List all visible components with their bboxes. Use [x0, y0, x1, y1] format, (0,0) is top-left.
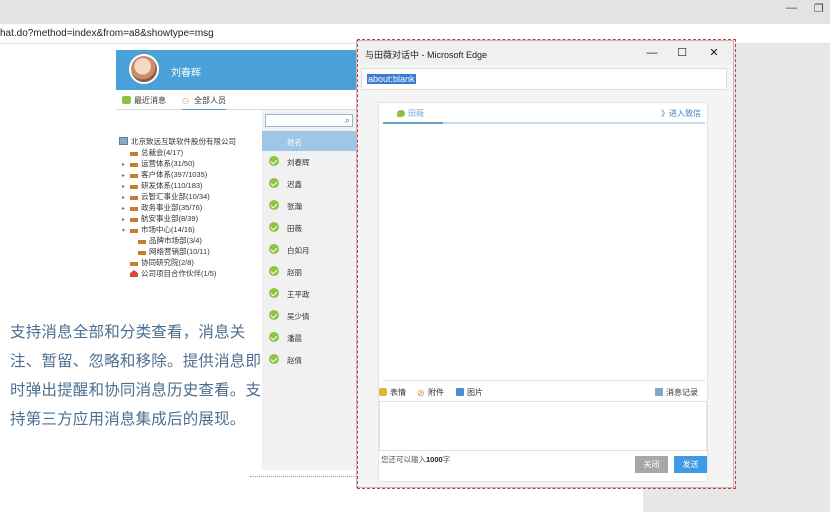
partner-icon [130, 270, 138, 277]
background-panel [733, 44, 830, 512]
person-row[interactable]: 赵丽 [262, 263, 356, 285]
online-check-icon [269, 354, 279, 364]
tab-chat-contact[interactable]: 田薇 [397, 108, 424, 119]
tree-root[interactable]: 北京致远互联软件股份有限公司 [119, 136, 236, 147]
enter-zhixin-link[interactable]: 》进入致信 [661, 108, 701, 119]
chat-panel: 田薇 》进入致信 表情 ⊘ 附件 图片 消息记录 您还可以输入1000字 关闭 发… [378, 102, 708, 482]
attachment-button[interactable]: ⊘ 附件 [417, 387, 444, 398]
chat-history[interactable] [383, 125, 705, 380]
person-row[interactable]: 赵倩 [262, 351, 356, 373]
close-button[interactable]: 关闭 [635, 456, 668, 473]
expand-icon: ▸ [122, 206, 126, 212]
messenger-tabs: 最近消息 ⚇ 全部人员 [116, 90, 356, 111]
popup-title: 与田薇对话中 - Microsoft Edge [365, 50, 488, 60]
department-icon [130, 204, 138, 211]
department-icon [130, 149, 138, 156]
image-icon [456, 388, 464, 396]
department-icon [130, 215, 138, 222]
online-check-icon [269, 156, 279, 166]
tree-item[interactable]: 协同研究院(2/8) [130, 257, 194, 268]
online-check-icon [269, 288, 279, 298]
user-name: 刘春辉 [171, 68, 201, 79]
person-row[interactable]: 张瀚 [262, 197, 356, 219]
tree-item[interactable]: 网络营销部(10/11) [138, 246, 210, 257]
department-icon [130, 182, 138, 189]
person-row[interactable]: 田薇 [262, 219, 356, 241]
department-icon [130, 171, 138, 178]
online-check-icon [269, 332, 279, 342]
people-header: 姓名 [262, 131, 356, 151]
department-icon [138, 248, 146, 255]
search-icon[interactable]: ⌕ [345, 115, 350, 126]
tab-all-people[interactable]: ⚇ 全部人员 [182, 95, 226, 111]
company-icon [119, 137, 128, 145]
emoji-button[interactable]: 表情 [379, 387, 406, 398]
department-icon [130, 160, 138, 167]
person-row[interactable]: 王平政 [262, 285, 356, 307]
divider [250, 476, 358, 477]
messenger-header: 刘春辉 [116, 50, 356, 90]
popup-titlebar: 与田薇对话中 - Microsoft Edge — ☐ ✕ [357, 41, 733, 65]
people-icon: ⚇ [182, 97, 190, 106]
online-check-icon [269, 200, 279, 210]
chat-bubble-icon [397, 110, 405, 117]
person-row[interactable]: 迟鑫 [262, 175, 356, 197]
chat-popup-window: 与田薇对话中 - Microsoft Edge — ☐ ✕ about:blan… [356, 40, 734, 488]
expand-icon: ▸ [122, 217, 126, 223]
department-icon [130, 193, 138, 200]
tree-item[interactable]: ▸ 客户体系(397/1035) [122, 169, 207, 180]
history-icon [655, 388, 663, 396]
person-row[interactable]: 吴少倩 [262, 307, 356, 329]
address-text: hat.do?method=index&from=a8&showtype=msg [0, 28, 214, 39]
tree-item[interactable]: 品牌市场部(3/4) [138, 235, 202, 246]
tree-item[interactable]: ▾ 市场中心(14/16) [122, 224, 195, 235]
online-check-icon [269, 244, 279, 254]
popup-url-text: about:blank [367, 74, 416, 84]
emoji-icon [379, 388, 387, 396]
message-history-button[interactable]: 消息记录 [655, 387, 698, 398]
tree-item[interactable]: ▸ 研发体系(110/183) [122, 180, 203, 191]
people-search-input[interactable]: ⌕ [265, 114, 353, 127]
tree-item[interactable]: 总裁会(4/17) [122, 147, 183, 158]
department-icon [130, 226, 138, 233]
expand-icon: ▸ [122, 184, 126, 190]
person-row[interactable]: 潘晨 [262, 329, 356, 351]
online-check-icon [269, 266, 279, 276]
online-check-icon [269, 222, 279, 232]
online-check-icon [269, 310, 279, 320]
person-row[interactable]: 白如月 [262, 241, 356, 263]
message-input[interactable] [379, 401, 707, 451]
tree-item[interactable]: 公司项目合作伙伴(1/5) [130, 268, 216, 279]
people-list: ⌕ 姓名 刘春辉 迟鑫 张瀚 田薇 白如月 赵丽 王平政 吴少倩 潘晨 赵倩 [262, 110, 356, 470]
tree-item[interactable]: ▸ 航安事业部(8/39) [122, 213, 198, 224]
tab-recent-messages[interactable]: 最近消息 [122, 95, 166, 106]
popup-address-bar[interactable]: about:blank [361, 68, 727, 90]
toolbar-divider [383, 380, 705, 381]
expand-icon: ▸ [122, 173, 126, 179]
tree-item[interactable]: ▸ 政务事业部(35/76) [122, 202, 202, 213]
message-icon [122, 96, 131, 104]
feature-description: 支持消息全部和分类查看，消息关注、暂留、忽略和移除。提供消息即时弹出提醒和协同消… [10, 324, 262, 428]
avatar[interactable] [129, 54, 159, 84]
expand-icon: ▸ [122, 195, 126, 201]
tree-item[interactable]: ▸ 云智汇事业部(10/34) [122, 191, 210, 202]
char-limit-text: 您还可以输入1000字 [381, 455, 451, 464]
minimize-icon[interactable]: — [641, 44, 663, 62]
department-icon [138, 237, 146, 244]
expand-icon: ▸ [122, 162, 126, 168]
tab-underline-active [383, 122, 443, 124]
paperclip-icon: ⊘ [417, 388, 425, 398]
collapse-icon: ▾ [122, 228, 126, 234]
person-row[interactable]: 刘春辉 [262, 153, 356, 175]
tree-item[interactable]: ▸ 运营体系(31/50) [122, 158, 195, 169]
department-icon [130, 259, 138, 266]
browser-top-strip: — ❐ [0, 0, 830, 24]
online-check-icon [269, 178, 279, 188]
minimize-icon[interactable]: — [786, 2, 797, 14]
image-button[interactable]: 图片 [456, 387, 483, 398]
restore-icon[interactable]: ❐ [814, 2, 824, 15]
close-icon[interactable]: ✕ [703, 44, 725, 62]
send-button[interactable]: 发送 [674, 456, 707, 473]
maximize-icon[interactable]: ☐ [671, 44, 693, 62]
